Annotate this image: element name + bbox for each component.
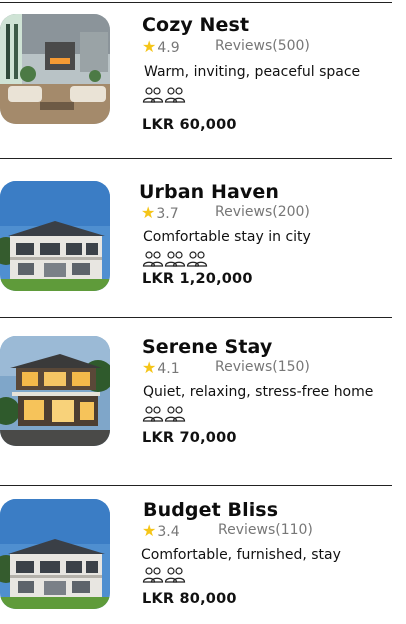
guest-capacity [142,566,186,584]
listing-rating: ★3.4 [142,521,180,540]
listing-image[interactable] [0,181,110,291]
listing-rating: ★4.1 [142,358,180,377]
listing-price: LKR 70,000 [142,430,237,446]
listing-reviews[interactable]: Reviews(110) [218,522,313,538]
star-icon: ★ [142,358,157,377]
listing-price: LKR 1,20,000 [142,271,253,287]
guests-icon [142,251,164,267]
guest-capacity [142,250,208,268]
divider-3 [0,485,392,486]
star-icon: ★ [142,521,157,540]
listing-price: LKR 60,000 [142,117,237,133]
listing-description: Comfortable stay in city [143,229,311,245]
listing-price: LKR 80,000 [142,591,237,607]
guests-icon [142,567,164,583]
guests-icon [164,251,186,267]
listing-image[interactable] [0,499,110,609]
listing-rating: ★4.9 [142,37,180,56]
guest-capacity [142,86,186,104]
divider-top [0,2,392,3]
star-icon: ★ [141,203,156,222]
guests-icon [142,406,164,422]
listing-image[interactable] [0,14,110,124]
divider-2 [0,317,392,318]
guest-capacity [142,405,186,423]
listing-description: Comfortable, furnished, stay [141,547,341,563]
guests-icon [164,406,186,422]
divider-1 [0,158,392,159]
listing-rating: ★3.7 [141,203,179,222]
listing-title: Urban Haven [139,181,279,203]
guests-icon [186,251,208,267]
listing-title: Cozy Nest [142,14,250,36]
star-icon: ★ [142,37,157,56]
listing-title: Budget Bliss [143,499,279,521]
listing-image[interactable] [0,336,110,446]
listing-title: Serene Stay [142,336,273,358]
guests-icon [164,87,186,103]
listing-reviews[interactable]: Reviews(200) [215,204,310,220]
listing-reviews[interactable]: Reviews(150) [215,359,310,375]
listing-reviews[interactable]: Reviews(500) [215,38,310,54]
listing-description: Quiet, relaxing, stress-free home [143,384,374,400]
guests-icon [164,567,186,583]
guests-icon [142,87,164,103]
listing-description: Warm, inviting, peaceful space [144,64,361,80]
